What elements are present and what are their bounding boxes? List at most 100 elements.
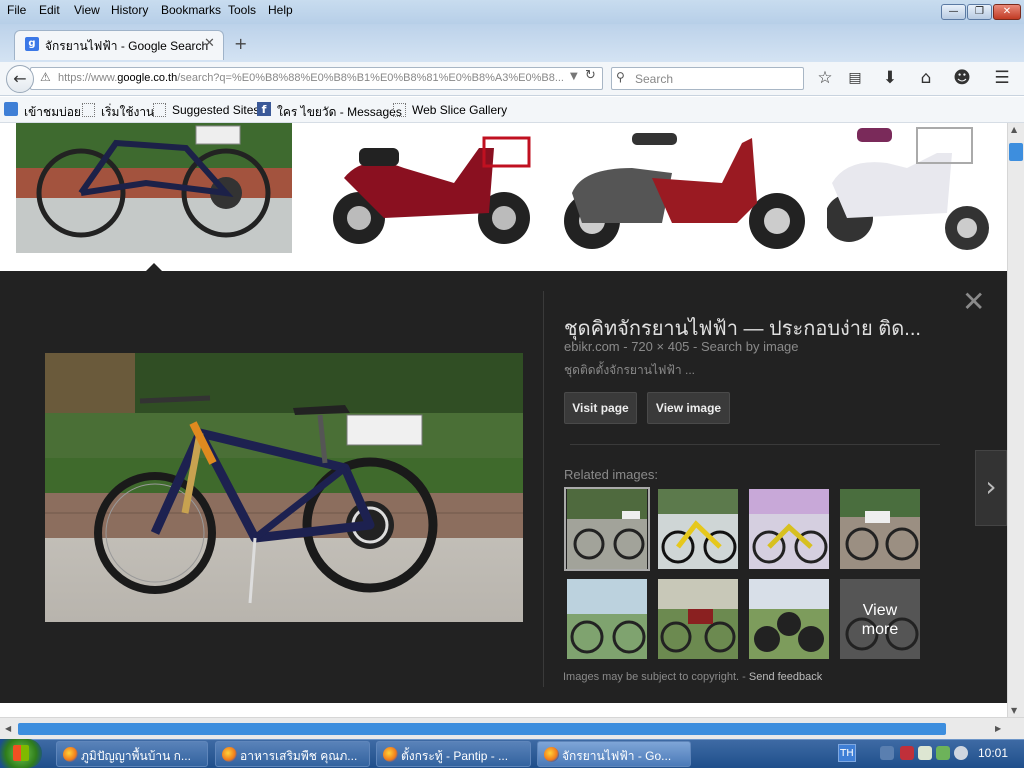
bookmark-folder-icon	[393, 103, 406, 117]
firefox-icon	[383, 747, 398, 762]
clock[interactable]: 10:01	[978, 746, 1008, 760]
volume-icon[interactable]	[954, 746, 968, 760]
white-scooter-photo	[827, 123, 991, 259]
grey-scooter-photo	[552, 123, 815, 259]
bookmark-messages[interactable]: ใคร ไขยวัด - Messages	[277, 103, 402, 122]
menu-file[interactable]: File	[7, 3, 26, 17]
result-thumbnail-red-scooter[interactable]	[304, 123, 540, 259]
bookmark-web-slice-gallery[interactable]: Web Slice Gallery	[412, 103, 507, 117]
panel-divider	[543, 291, 544, 687]
close-preview-icon[interactable]: ✕	[962, 288, 985, 316]
minimize-button[interactable]: —	[941, 4, 966, 20]
result-thumbnail-grey-scooter[interactable]	[552, 123, 815, 259]
reload-icon[interactable]: ↻	[585, 68, 596, 83]
smiley-icon[interactable]: ☻	[951, 68, 973, 88]
related-image[interactable]	[749, 489, 829, 569]
new-tab-button[interactable]: +	[234, 34, 247, 53]
menu-hamburger-icon[interactable]: ☰	[991, 68, 1013, 88]
related-image-photo	[749, 489, 829, 569]
bookmark-folder-icon	[82, 103, 95, 117]
taskbar-item[interactable]: ภูมิปัญญาพื้นบ้าน ก...	[56, 741, 208, 767]
scroll-up-icon[interactable]: ▲	[1011, 125, 1017, 134]
taskbar-item-label: จักรยานไฟฟ้า - Go...	[562, 749, 672, 763]
send-feedback-link[interactable]: Send feedback	[749, 671, 822, 683]
start-button[interactable]	[0, 739, 42, 768]
related-image-photo	[658, 489, 738, 569]
horizontal-scroll-thumb[interactable]	[18, 723, 946, 735]
preview-meta: ebikr.com - 720 × 405 - Search by image	[564, 339, 799, 354]
electric-bike-photo	[45, 353, 523, 622]
download-icon[interactable]: ⬇	[879, 68, 901, 88]
related-image-photo	[658, 579, 738, 659]
bookmark-most-visited[interactable]: เข้าชมบ่อย	[24, 103, 81, 122]
related-image-photo	[749, 579, 829, 659]
related-images-title: Related images:	[564, 467, 658, 482]
preview-main-image[interactable]	[45, 353, 523, 622]
reading-list-icon[interactable]: ▤	[844, 70, 866, 86]
menu-view[interactable]: View	[74, 3, 100, 17]
search-input[interactable]: Search	[635, 72, 673, 86]
tray-app-icon[interactable]	[936, 746, 950, 760]
taskbar-item-label: ภูมิปัญญาพื้นบ้าน ก...	[81, 749, 191, 763]
scroll-down-icon[interactable]: ▼	[1011, 706, 1017, 715]
menu-edit[interactable]: Edit	[39, 3, 60, 17]
related-image-photo	[840, 489, 920, 569]
bike-photo	[16, 123, 292, 253]
url-dropdown-icon[interactable]: ▼	[570, 71, 578, 82]
view-image-button[interactable]: View image	[647, 392, 730, 424]
taskbar-item[interactable]: อาหารเสริมพืช คุณภ...	[215, 741, 370, 767]
firefox-icon	[222, 747, 237, 762]
most-visited-icon	[4, 102, 18, 116]
warning-icon[interactable]: ⚠	[40, 70, 51, 84]
menu-tools[interactable]: Tools	[228, 3, 256, 17]
taskbar-item-label: ตั้งกระทู้ - Pantip - ...	[401, 749, 509, 763]
view-more-label[interactable]: View more	[840, 579, 920, 659]
copyright-notice: Images may be subject to copyright. - Se…	[563, 671, 822, 683]
back-button[interactable]: ←	[6, 65, 34, 93]
related-image[interactable]	[567, 489, 647, 569]
taskbar-item[interactable]: ตั้งกระทู้ - Pantip - ...	[376, 741, 531, 767]
language-indicator[interactable]: TH	[838, 744, 856, 762]
scroll-right-icon[interactable]: ▶	[995, 724, 1001, 733]
copyright-text: Images may be subject to copyright.	[563, 671, 740, 683]
result-thumbnail-bike[interactable]	[16, 123, 292, 253]
scroll-left-icon[interactable]: ◀	[5, 724, 11, 733]
related-image[interactable]	[658, 489, 738, 569]
search-by-image-link[interactable]: Search by image	[701, 339, 799, 354]
bookmark-suggested-sites[interactable]: Suggested Sites	[172, 103, 259, 117]
tab-close-icon[interactable]: ✕	[204, 36, 215, 51]
taskbar-item-active[interactable]: จักรยานไฟฟ้า - Go...	[537, 741, 691, 767]
result-thumbnail-white-scooter[interactable]	[827, 123, 991, 259]
menu-bookmarks[interactable]: Bookmarks	[161, 3, 221, 17]
tab-title: จักรยานไฟฟ้า - Google Search	[45, 39, 209, 53]
restore-button[interactable]: ❐	[967, 4, 992, 20]
visit-page-button[interactable]: Visit page	[564, 392, 637, 424]
security-alert-icon[interactable]	[900, 746, 914, 760]
related-image[interactable]	[840, 489, 920, 569]
bookmark-star-icon[interactable]: ☆	[814, 68, 836, 88]
url-scheme: https://www.	[58, 72, 118, 84]
url-host: google.co.th	[117, 72, 178, 84]
facebook-icon: f	[257, 102, 271, 116]
network-icon[interactable]	[880, 746, 894, 760]
red-scooter-photo	[304, 123, 540, 259]
close-window-button[interactable]: ✕	[993, 4, 1021, 20]
related-image-photo	[567, 579, 647, 659]
menu-history[interactable]: History	[111, 3, 148, 17]
taskbar-item-label: อาหารเสริมพืช คุณภ...	[240, 749, 358, 763]
preview-dimensions: 720 × 405	[631, 339, 690, 354]
meta-separator: -	[619, 339, 632, 354]
next-image-button[interactable]: ›	[975, 450, 1007, 526]
vertical-scroll-thumb[interactable]	[1009, 143, 1023, 161]
url-text[interactable]: https://www.google.co.th/search?q=%E0%B8…	[58, 72, 568, 84]
menu-help[interactable]: Help	[268, 3, 293, 17]
tray-app-icon[interactable]	[918, 746, 932, 760]
bookmark-getting-started[interactable]: เริ่มใช้งาน	[101, 103, 154, 122]
home-icon[interactable]: ⌂	[915, 68, 937, 88]
related-image[interactable]	[658, 579, 738, 659]
related-image[interactable]	[749, 579, 829, 659]
view-more-line2: more	[861, 621, 899, 638]
preview-source[interactable]: ebikr.com	[564, 339, 620, 354]
vertical-scrollbar[interactable]	[1007, 123, 1024, 717]
related-image[interactable]	[567, 579, 647, 659]
